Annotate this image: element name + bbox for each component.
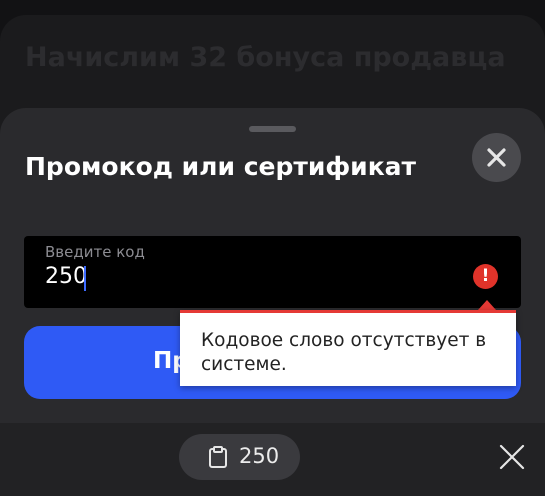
sheet-grabber[interactable] xyxy=(249,126,296,132)
close-sheet-button[interactable] xyxy=(472,133,521,182)
clipboard-icon xyxy=(209,446,227,468)
error-icon-glyph: ! xyxy=(481,266,490,286)
close-icon[interactable] xyxy=(499,444,525,470)
tooltip-arrow xyxy=(478,300,496,310)
clipboard-suggestion-chip[interactable]: 250 xyxy=(179,434,300,480)
clipboard-text: 250 xyxy=(239,444,280,468)
close-icon xyxy=(487,148,506,167)
error-tooltip-text: Кодовое слово отсутствует в системе. xyxy=(201,330,487,375)
code-field-value[interactable]: 250 xyxy=(45,264,87,289)
text-caret xyxy=(84,266,86,291)
error-icon[interactable]: ! xyxy=(473,264,498,289)
code-field-label: Введите код xyxy=(45,243,145,261)
background-title: Начислим 32 бонуса продавца xyxy=(25,42,506,73)
error-tooltip: Кодовое слово отсутствует в системе. xyxy=(180,310,516,386)
promo-code-field[interactable]: Введите код 250 ! xyxy=(24,236,521,308)
sheet-title: Промокод или сертификат xyxy=(25,152,417,181)
